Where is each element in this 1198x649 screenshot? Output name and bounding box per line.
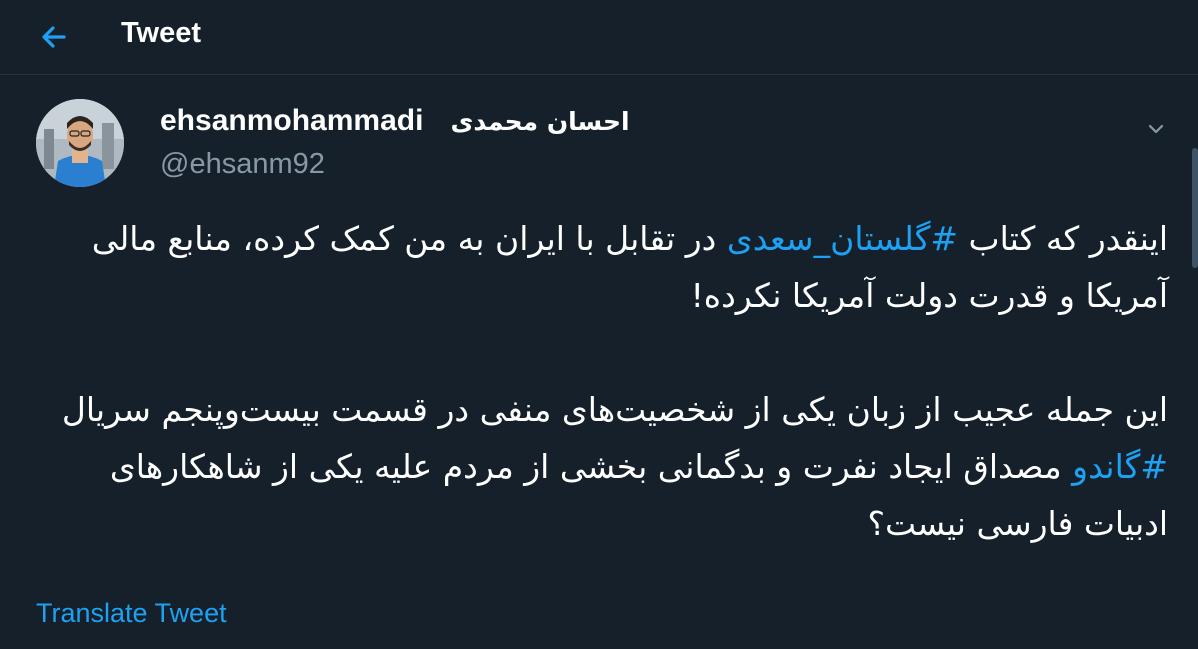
display-name: ehsanmohammadi xyxy=(160,104,424,137)
hashtag-link[interactable]: #گاندو xyxy=(1072,447,1168,486)
display-name-persian: احسان محمدی xyxy=(450,106,630,136)
author-name-row[interactable]: ehsanmohammadi احسان محمدی xyxy=(160,104,630,148)
scrollbar[interactable] xyxy=(1192,148,1198,268)
tweet-menu-button[interactable] xyxy=(1142,115,1170,143)
top-bar: Tweet xyxy=(0,0,1198,75)
arrow-left-icon xyxy=(42,26,66,48)
back-button[interactable] xyxy=(36,19,72,55)
translate-tweet-link[interactable]: Translate Tweet xyxy=(36,598,227,629)
tweet-paragraph-1: اینقدر که کتاب #گلستان_سعدی در تقابل با … xyxy=(91,219,1168,315)
page-title: Tweet xyxy=(121,17,202,49)
user-handle[interactable]: @ehsanm92 xyxy=(160,148,325,181)
tweet-paragraph-2: این جمله عجیب از زبان یکی از شخصیت‌های م… xyxy=(61,390,1168,543)
hashtag-link[interactable]: #گلستان_سعدی xyxy=(727,219,958,258)
avatar[interactable] xyxy=(36,99,124,187)
chevron-down-icon xyxy=(1148,124,1164,134)
tweet-text: اینقدر که کتاب #گلستان_سعدی در تقابل با … xyxy=(30,210,1168,552)
